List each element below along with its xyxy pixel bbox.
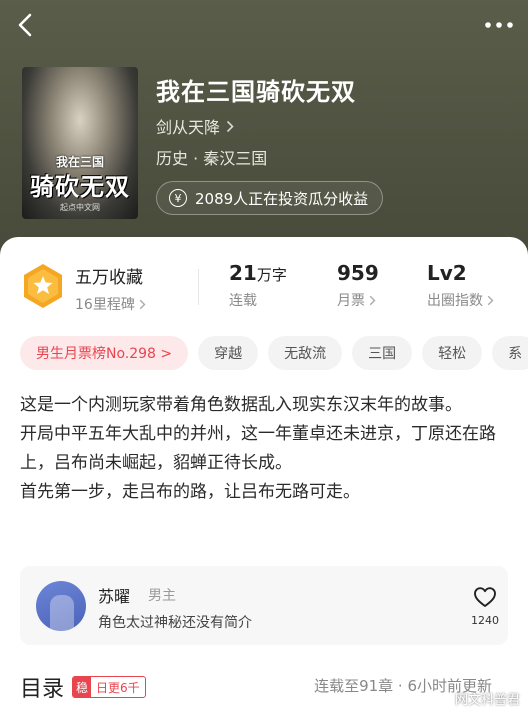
back-button[interactable] [10, 8, 40, 42]
book-detail-panel: 五万收藏 16里程碑 21万字 连载 959 月票 Lv2 出圈指数 男生月票榜… [0, 237, 528, 713]
favorites-count: 五万收藏 [75, 268, 143, 288]
monthly-votes-stat[interactable]: 959 月票 [337, 261, 379, 310]
invest-text: 2089人正在投资瓜分收益 [195, 189, 369, 208]
watermark: 网文科普君 [454, 693, 520, 708]
like-count: 1240 [471, 614, 499, 627]
like-button[interactable]: 1240 [470, 586, 500, 627]
popularity-stat[interactable]: Lv2 出圈指数 [427, 261, 494, 310]
toc-title: 目录 [20, 677, 65, 702]
star-hexagon-icon [24, 264, 62, 308]
cover-publisher: 起点中文网 [60, 203, 100, 212]
author-name: 剑从天降 [156, 118, 221, 137]
heart-icon [474, 587, 496, 607]
tag-item[interactable]: 轻松 [422, 336, 483, 370]
word-count-stat: 21万字 连载 [229, 261, 287, 310]
book-header: 我在三国 骑砍无双 起点中文网 我在三国骑砍无双 剑从天降 历史 · 秦汉三国 … [0, 0, 528, 270]
tag-item[interactable]: 三国 [352, 336, 413, 370]
chevron-left-icon [18, 13, 32, 37]
daily-update-text: 日更6千 [96, 680, 140, 695]
popularity-level: Lv2 [427, 261, 467, 285]
word-unit: 万字 [256, 266, 287, 284]
description-paragraph: 这是一个内测玩家带着角色数据乱入现实东汉末年的故事。 [20, 395, 462, 415]
serial-label: 连载 [229, 293, 257, 309]
book-description[interactable]: 这是一个内测玩家带着角色数据乱入现实东汉末年的故事。 开局中平五年大乱中的并州，… [20, 391, 512, 507]
book-cover[interactable]: 我在三国 骑砍无双 起点中文网 [22, 67, 138, 219]
chevron-right-icon [369, 295, 376, 305]
favorites-stat[interactable]: 五万收藏 16里程碑 [75, 263, 146, 314]
divider [198, 269, 199, 305]
monthly-votes: 959 [337, 261, 379, 285]
avatar [36, 581, 86, 631]
author-link[interactable]: 剑从天降 [156, 114, 234, 138]
description-paragraph: 开局中平五年大乱中的并州，这一年董卓还未进京，丁原还在路上，吕布尚未崛起，貂蝉正… [20, 424, 496, 473]
character-card[interactable]: 苏曜 男主 角色太过神秘还没有简介 1240 [20, 566, 508, 645]
rank-tag[interactable]: 男生月票榜No.298 > [20, 336, 189, 370]
character-name: 苏曜 [98, 587, 131, 606]
more-button[interactable] [482, 12, 516, 38]
word-count: 21 [229, 261, 257, 285]
more-dots-icon [485, 22, 513, 28]
yen-coin-icon: ¥ [169, 189, 187, 207]
reputation-label: 16里程碑 [75, 297, 135, 313]
daily-update-badge: 稳 日更6千 [72, 676, 146, 698]
tag-list: 男生月票榜No.298 > 穿越 无敌流 三国 轻松 系 [20, 336, 528, 370]
tag-item[interactable]: 穿越 [198, 336, 259, 370]
cover-title-big: 骑砍无双 [30, 173, 130, 201]
chevron-right-icon [226, 120, 234, 132]
character-intro: 角色太过神秘还没有简介 [98, 615, 252, 631]
description-paragraph: 首先第一步，走吕布的路，让吕布无路可走。 [20, 482, 360, 502]
invest-button[interactable]: ¥ 2089人正在投资瓜分收益 [156, 181, 384, 215]
character-role: 男主 [148, 588, 176, 604]
tag-item[interactable]: 无敌流 [268, 336, 343, 370]
popularity-label: 出圈指数 [427, 293, 483, 309]
monthly-votes-label: 月票 [337, 293, 365, 309]
book-title: 我在三国骑砍无双 [156, 78, 356, 106]
tag-item[interactable]: 系 [492, 336, 528, 370]
book-genre: 历史 · 秦汉三国 [156, 149, 268, 168]
table-of-contents-header[interactable]: 目录 稳 日更6千 [20, 671, 146, 703]
stable-icon: 稳 [73, 677, 92, 697]
chevron-right-icon [139, 299, 146, 309]
chevron-right-icon [487, 295, 494, 305]
